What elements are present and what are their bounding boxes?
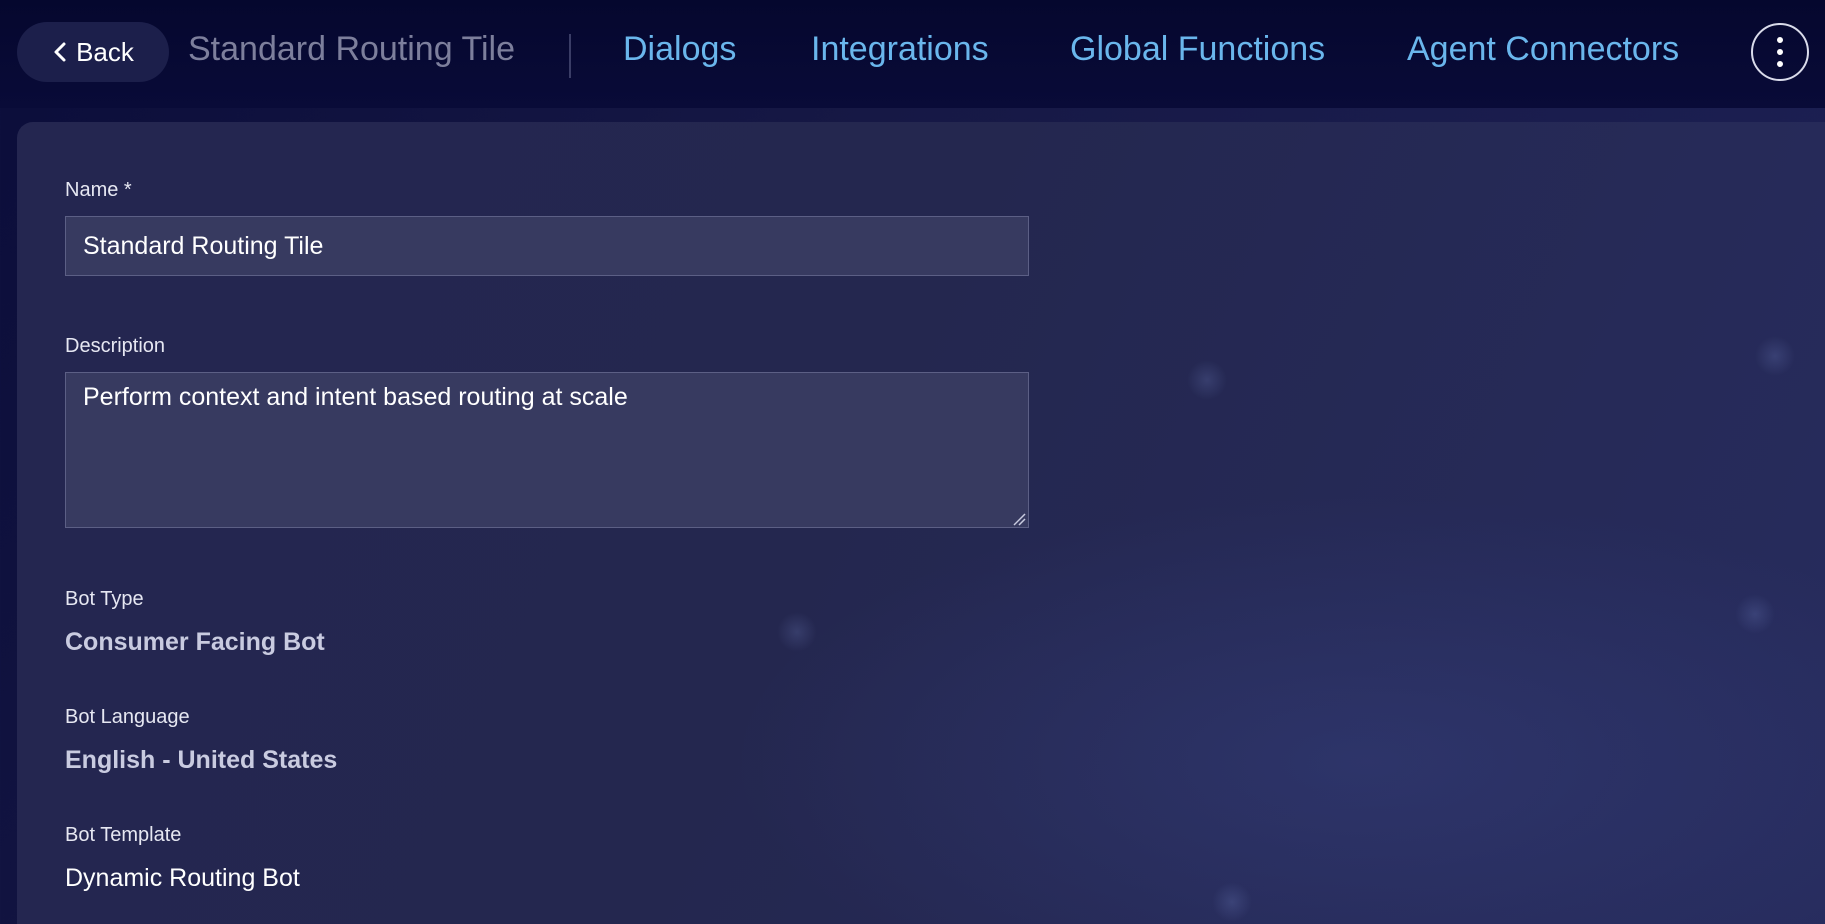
background-sparkle [1735, 594, 1775, 634]
bot-type-label: Bot Type [65, 588, 144, 610]
back-button-label: Back [76, 36, 134, 67]
background-sparkle [1212, 882, 1252, 922]
vertical-ellipsis-icon [1777, 37, 1783, 43]
nav-link-integrations[interactable]: Integrations [811, 30, 989, 69]
nav-link-dialogs[interactable]: Dialogs [623, 30, 736, 69]
background-sparkle [777, 612, 817, 652]
chevron-left-icon [52, 41, 68, 63]
bot-language-label: Bot Language [65, 706, 190, 728]
bot-type-value: Consumer Facing Bot [65, 628, 325, 656]
bot-language-value: English - United States [65, 746, 338, 774]
back-button[interactable]: Back [17, 22, 169, 82]
background-sparkle [1755, 336, 1795, 376]
resize-handle-icon[interactable] [1012, 512, 1026, 526]
top-bar: Back Standard Routing Tile Dialogs Integ… [0, 0, 1825, 108]
nav-link-global-functions[interactable]: Global Functions [1070, 30, 1325, 69]
bot-template-label: Bot Template [65, 824, 182, 846]
name-label: Name * [65, 179, 132, 201]
title-divider [569, 34, 571, 78]
more-options-button[interactable] [1751, 23, 1809, 81]
description-label: Description [65, 335, 166, 357]
background-sparkle [1187, 360, 1227, 400]
page-title: Standard Routing Tile [188, 30, 515, 68]
bot-template-value: Dynamic Routing Bot [65, 864, 300, 892]
description-textarea[interactable]: Perform context and intent based routing… [65, 372, 1029, 528]
ellipsis-dot [1777, 49, 1783, 55]
nav-link-agent-connectors[interactable]: Agent Connectors [1407, 30, 1679, 69]
ellipsis-dot [1777, 61, 1783, 67]
name-input[interactable] [65, 216, 1029, 276]
